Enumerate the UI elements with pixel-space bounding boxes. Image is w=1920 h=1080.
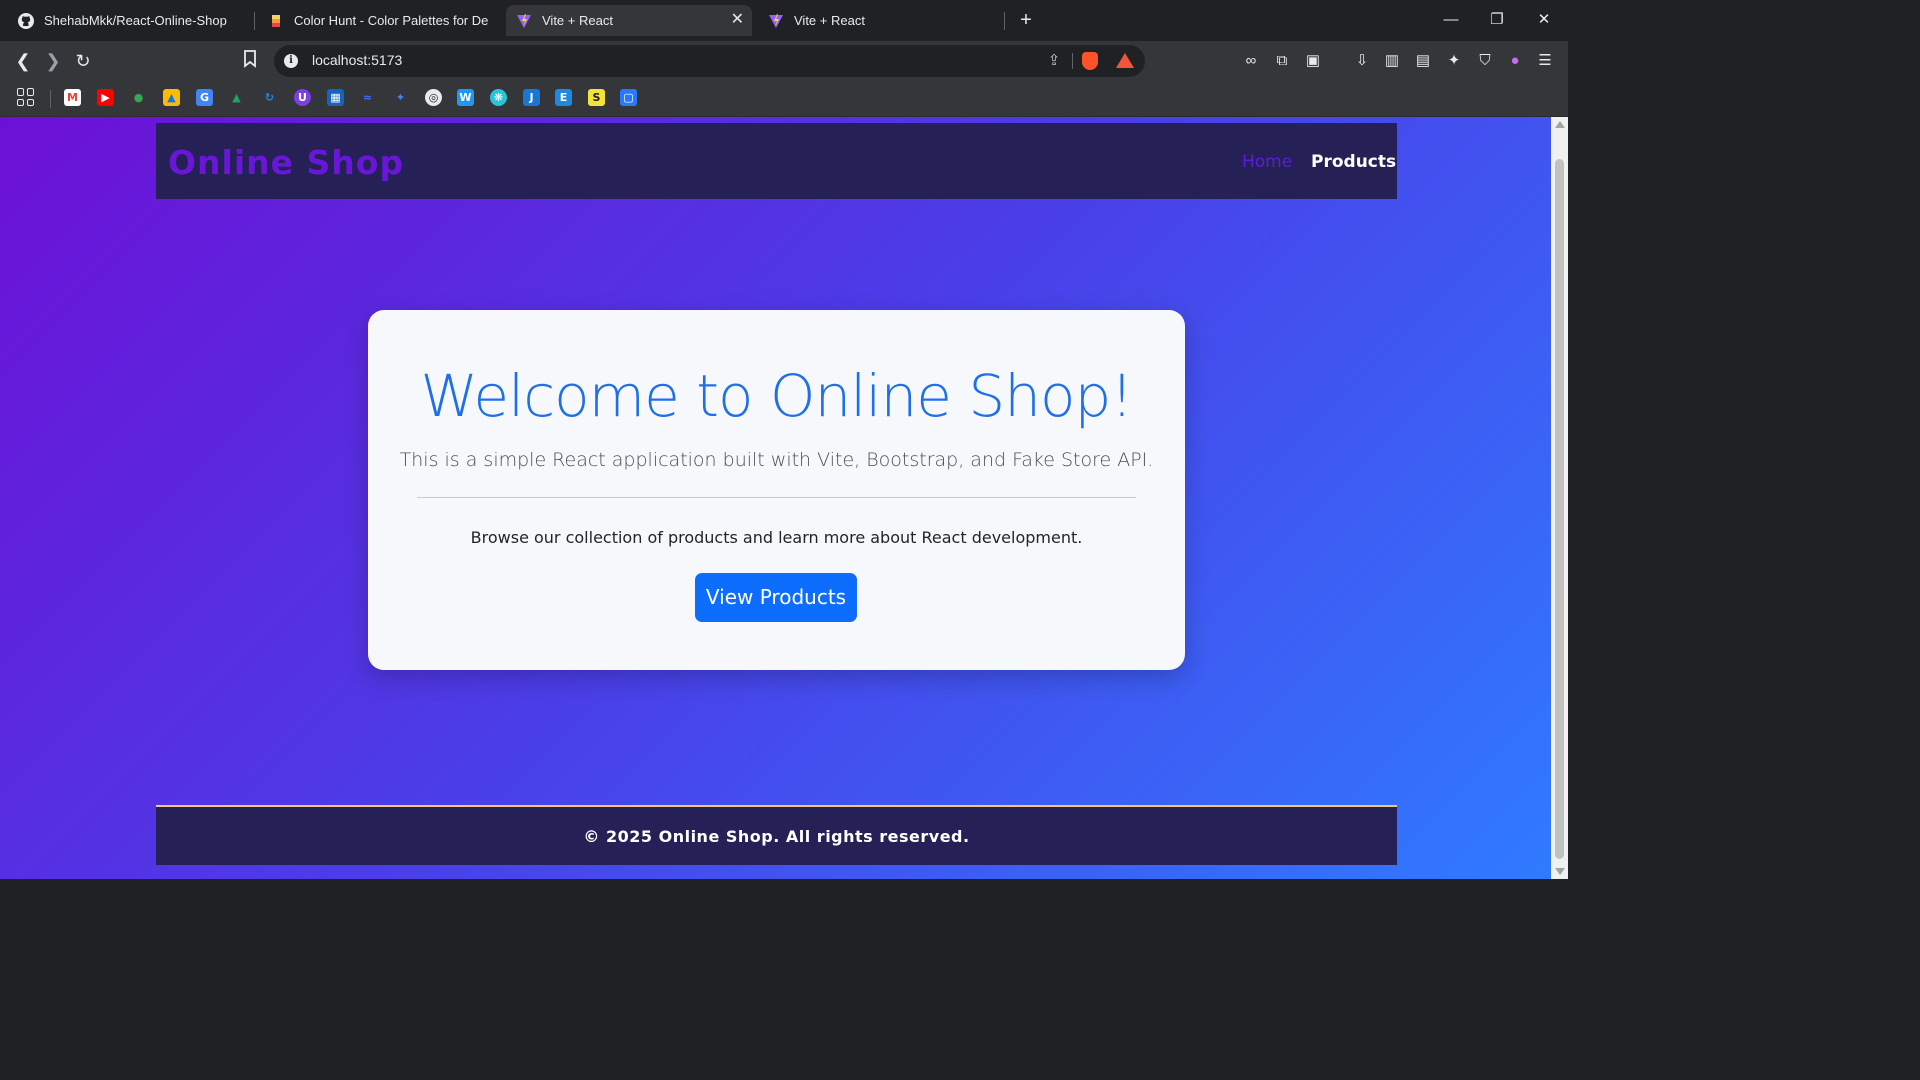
- drive-icon[interactable]: ▲: [228, 89, 245, 106]
- scrollbar-thumb[interactable]: [1555, 159, 1564, 859]
- tab-color-hunt[interactable]: Color Hunt - Color Palettes for Designer…: [258, 5, 498, 36]
- reader-mode-icon[interactable]: ▣: [1303, 51, 1323, 71]
- extensions-puzzle-icon[interactable]: ⧉: [1272, 51, 1292, 71]
- apps-grid-icon[interactable]: [17, 88, 35, 106]
- vite-icon: [768, 13, 784, 29]
- share-icon[interactable]: ⇪: [1044, 51, 1064, 71]
- brave-rewards-icon[interactable]: [1116, 53, 1134, 68]
- s-icon[interactable]: S: [588, 89, 605, 106]
- color-hunt-icon: [268, 13, 284, 29]
- gmail-icon[interactable]: M: [64, 89, 81, 106]
- hero-body: Browse our collection of products and le…: [470, 528, 1083, 547]
- udemy-icon[interactable]: U: [294, 89, 311, 106]
- flower-icon[interactable]: ❋: [490, 89, 507, 106]
- back-button[interactable]: ❮: [12, 50, 34, 72]
- tab-vite-react-active[interactable]: Vite + React ✕: [506, 5, 752, 36]
- menu-icon[interactable]: ☰: [1535, 51, 1555, 71]
- restore-button[interactable]: ❐: [1487, 10, 1507, 30]
- address-bar[interactable]: i localhost:5173 ⇪: [274, 45, 1145, 77]
- site-info-icon[interactable]: i: [284, 54, 298, 68]
- vertical-scrollbar[interactable]: [1551, 117, 1568, 879]
- new-tab-button[interactable]: +: [1016, 10, 1036, 30]
- j-icon[interactable]: J: [523, 89, 540, 106]
- leo-ai-icon[interactable]: ✦: [1444, 51, 1464, 71]
- w-icon[interactable]: W: [457, 89, 474, 106]
- scroll-down-arrow-icon[interactable]: [1555, 868, 1565, 875]
- profile-avatar-icon[interactable]: ●: [1505, 51, 1525, 71]
- hero-title: Welcome to Online Shop!: [420, 362, 1133, 430]
- forward-button[interactable]: ❯: [42, 50, 64, 72]
- bookmarks-divider: [50, 90, 51, 108]
- hero-divider: [417, 497, 1136, 498]
- close-window-button[interactable]: ✕: [1534, 10, 1554, 30]
- translate-icon[interactable]: G: [196, 89, 213, 106]
- tab-title: Vite + React: [794, 13, 865, 28]
- tab-title: Color Hunt - Color Palettes for Designer…: [294, 13, 488, 28]
- vite-icon: [516, 13, 532, 29]
- sidebar-toggle-icon[interactable]: ▥: [1382, 51, 1402, 71]
- openai-icon[interactable]: ◎: [425, 89, 442, 106]
- hero-lead: This is a simple React application built…: [399, 449, 1154, 471]
- bookmarks-bar: M ▶ ● ▲ G ▲ ↻ U ▦ ≈ ✦ ◎ W ❋ J E S ▢: [0, 81, 1568, 117]
- vpn-icon[interactable]: ⛉: [1475, 51, 1495, 71]
- browser-toolbar: ❮ ❯ ↻ i localhost:5173 ⇪ ∞ ⧉ ▣ ⇩ ▥ ▤ ✦ ⛉…: [0, 41, 1568, 81]
- gemini-icon[interactable]: ✦: [392, 89, 409, 106]
- sync-icon[interactable]: ↻: [261, 89, 278, 106]
- nav-link-home[interactable]: Home: [1242, 152, 1292, 172]
- close-tab-icon[interactable]: ✕: [731, 12, 744, 28]
- maps-icon[interactable]: ●: [130, 89, 147, 106]
- downloads-icon[interactable]: ⇩: [1352, 51, 1372, 71]
- wallet-icon[interactable]: ▤: [1413, 51, 1433, 71]
- brand-logo[interactable]: Online Shop: [168, 143, 404, 182]
- footer-copyright: © 2025 Online Shop. All rights reserved.: [583, 827, 970, 846]
- tab-strip: ShehabMkk/React-Online-Shop Color Hunt -…: [0, 0, 1568, 41]
- page-viewport: Online Shop Home Products Welcome to Onl…: [0, 117, 1551, 879]
- tab-divider: [1004, 12, 1005, 30]
- omnibox-divider: [1072, 53, 1073, 69]
- brave-shields-icon[interactable]: [1082, 52, 1098, 70]
- window-bottom-edge: [0, 879, 1568, 882]
- grid-app-icon[interactable]: ▦: [327, 89, 344, 106]
- bookmark-page-button[interactable]: [239, 50, 261, 72]
- github-icon: [18, 12, 34, 29]
- tab-title: ShehabMkk/React-Online-Shop: [44, 13, 227, 28]
- tab-title: Vite + React: [542, 13, 613, 28]
- nav-link-products[interactable]: Products: [1311, 152, 1396, 172]
- minimize-button[interactable]: —: [1441, 10, 1461, 30]
- view-products-button[interactable]: View Products: [695, 573, 857, 622]
- bookmark-icon: [244, 50, 256, 68]
- tab-github[interactable]: ShehabMkk/React-Online-Shop: [8, 5, 248, 36]
- url-text[interactable]: localhost:5173: [312, 52, 402, 68]
- site-footer: © 2025 Online Shop. All rights reserved.: [156, 805, 1397, 865]
- scroll-up-arrow-icon[interactable]: [1555, 121, 1565, 128]
- glasses-extension-icon[interactable]: ∞: [1241, 51, 1261, 71]
- site-navbar: Online Shop Home Products: [156, 123, 1397, 199]
- photos-icon[interactable]: ▲: [163, 89, 180, 106]
- reload-button[interactable]: ↻: [72, 50, 94, 72]
- wave-icon[interactable]: ≈: [359, 89, 376, 106]
- tab-divider: [254, 12, 255, 30]
- e-icon[interactable]: E: [555, 89, 572, 106]
- tablet-icon[interactable]: ▢: [620, 89, 637, 106]
- youtube-icon[interactable]: ▶: [97, 89, 114, 106]
- hero-card: Welcome to Online Shop! This is a simple…: [368, 310, 1185, 670]
- tab-vite-react[interactable]: Vite + React: [758, 5, 998, 36]
